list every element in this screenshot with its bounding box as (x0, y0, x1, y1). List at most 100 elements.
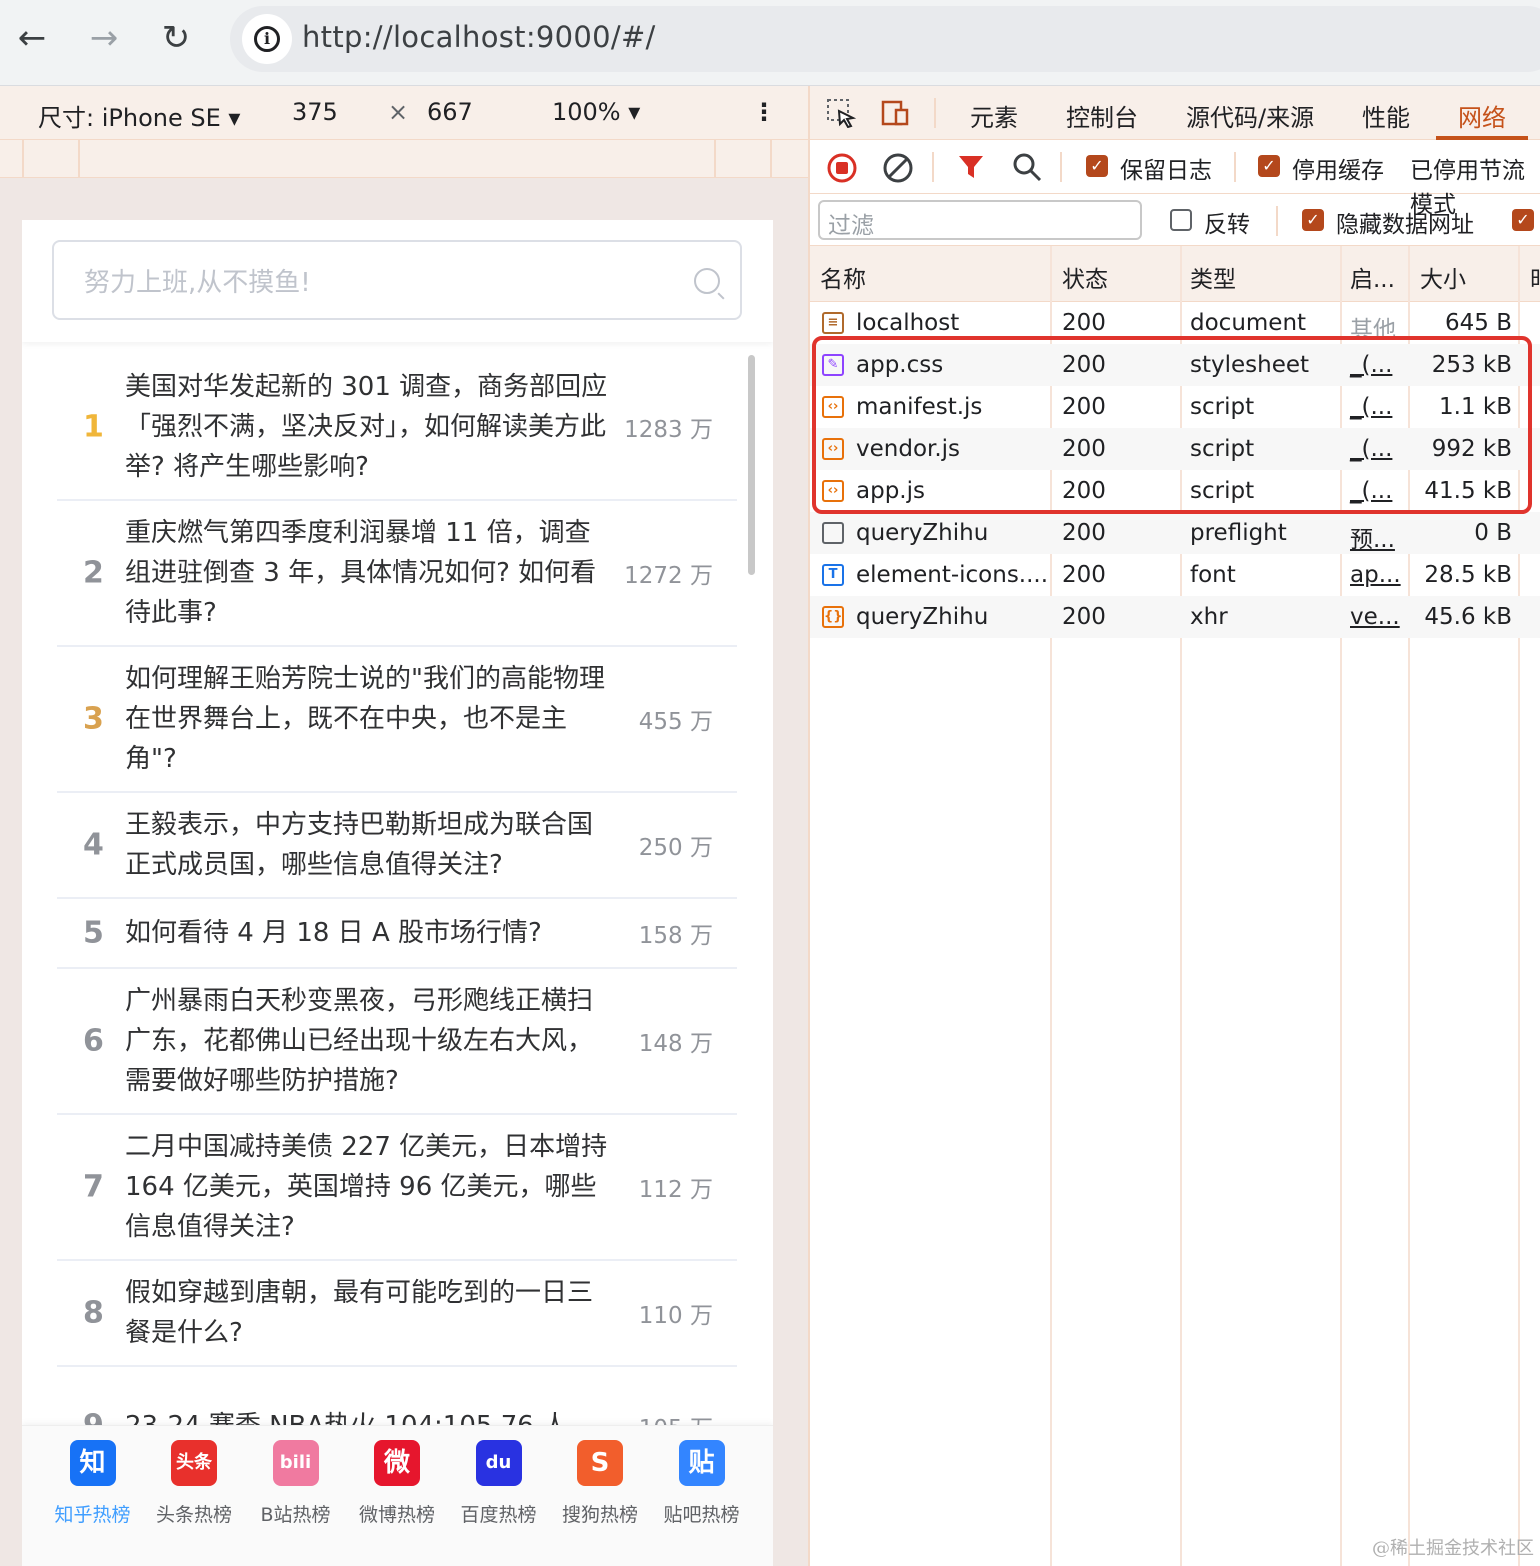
list-item[interactable]: 4 王毅表示，中方支持巴勒斯坦成为联合国正式成员国，哪些信息值得关注? 250 万 (57, 793, 737, 899)
tab-item[interactable]: S 搜狗热榜 (550, 1440, 651, 1550)
reload-icon[interactable]: ↻ (156, 18, 196, 58)
col-name[interactable]: 名称 (820, 260, 866, 294)
tab-label: 搜狗热榜 (561, 1504, 638, 1526)
tab-console[interactable]: 控制台 (1066, 98, 1138, 133)
list-item[interactable]: 2 重庆燃气第四季度利润暴增 11 倍，调查组进驻倒查 3 年，具体情况如何? 如… (57, 501, 737, 647)
request-size: 45.6 kB (1424, 604, 1512, 630)
disable-cache-checkbox[interactable]: ✓ (1258, 155, 1280, 177)
heat-count: 455 万 (638, 709, 713, 735)
network-table-header: 名称 状态 类型 启... 大小 时 (810, 246, 1540, 302)
platform-logo-icon: bili (272, 1440, 319, 1486)
tab-item[interactable]: 贴贴吧热榜 (651, 1440, 752, 1550)
highlight-box (812, 336, 1532, 514)
network-row[interactable]: Telement-icons.... 200 font ap... 28.5 kB (810, 554, 1540, 596)
platform-logo-icon: du (475, 1440, 522, 1486)
request-status: 200 (1062, 520, 1106, 546)
list-item[interactable]: 7 二月中国减持美债 227 亿美元，日本增持 164 亿美元，英国增持 96 亿… (57, 1115, 737, 1261)
rank-number: 4 (83, 827, 104, 863)
request-name[interactable]: localhost (856, 310, 959, 336)
request-initiator[interactable]: ap... (1350, 562, 1401, 588)
address-bar[interactable]: i http://localhost:9000/#/ (230, 6, 1540, 72)
request-size: 645 B (1445, 310, 1512, 336)
device-toolbar: 尺寸: iPhone SE ▾ 375 × 667 100% ▾ ⋮ (0, 86, 808, 140)
site-info-icon[interactable]: i (242, 14, 292, 64)
search-input[interactable]: 努力上班,从不摸鱼! (52, 240, 742, 320)
tab-performance[interactable]: 性能 (1362, 98, 1410, 133)
rank-number: 3 (83, 701, 104, 737)
search-icon[interactable] (1012, 152, 1042, 182)
tab-elements[interactable]: 元素 (970, 98, 1018, 133)
list-item[interactable]: 8 假如穿越到唐朝，最有可能吃到的一日三餐是什么? 110 万 (57, 1261, 737, 1367)
col-initiator[interactable]: 启... (1350, 260, 1395, 294)
list-item[interactable]: 3 如何理解王贻芳院士说的"我们的高能物理在世界舞台上，既不在中央，也不是主角"?… (57, 647, 737, 793)
item-title[interactable]: 美国对华发起新的 301 调查，商务部回应「强烈不满，坚决反对」，如何解读美方此… (125, 367, 615, 487)
browser-toolbar: ← → ↻ i http://localhost:9000/#/ (0, 0, 1540, 86)
filter-icon[interactable] (956, 152, 986, 182)
rank-number: 6 (83, 1023, 104, 1059)
invert-checkbox[interactable] (1170, 209, 1192, 231)
back-icon[interactable]: ← (12, 18, 52, 58)
request-name[interactable]: queryZhihu (856, 520, 988, 546)
col-type[interactable]: 类型 (1190, 260, 1236, 294)
media-query-ruler (0, 140, 808, 178)
request-status: 200 (1062, 310, 1106, 336)
request-name[interactable]: element-icons.... (856, 562, 1048, 588)
tab-sources[interactable]: 源代码/来源 (1186, 98, 1314, 133)
more-options-icon[interactable]: ⋮ (752, 98, 776, 126)
platform-logo-icon: 知 (69, 1440, 116, 1486)
list-item[interactable]: 6 广州暴雨白天秒变黑夜，弓形飑线正横扫广东，花都佛山已经出现十级左右大风，需要做… (57, 969, 737, 1115)
item-title[interactable]: 二月中国减持美债 227 亿美元，日本增持 164 亿美元，英国增持 96 亿美… (125, 1127, 615, 1247)
item-title[interactable]: 王毅表示，中方支持巴勒斯坦成为联合国正式成员国，哪些信息值得关注? (125, 805, 615, 885)
search-icon[interactable] (694, 268, 720, 294)
tab-item[interactable]: 头条 头条热榜 (144, 1440, 245, 1550)
tab-label: 微博热榜 (358, 1504, 435, 1526)
tab-network[interactable]: 网络 (1458, 98, 1506, 133)
list-item[interactable]: 9 23-24 赛季 NBA热火 104:105 76 人， 105 万 (57, 1367, 737, 1431)
item-title[interactable]: 如何理解王贻芳院士说的"我们的高能物理在世界舞台上，既不在中央，也不是主角"? (125, 659, 615, 779)
network-toolbar: ✓ 保留日志 ✓ 停用缓存 已停用节流模式 (810, 140, 1540, 218)
file-type-icon (822, 522, 844, 544)
forward-icon[interactable]: → (84, 18, 124, 58)
request-initiator[interactable]: 预... (1350, 520, 1395, 554)
request-name[interactable]: queryZhihu (856, 604, 988, 630)
viewport-height[interactable]: 667 (427, 98, 473, 126)
tab-item[interactable]: du 百度热榜 (448, 1440, 549, 1550)
network-row[interactable]: queryZhihu 200 preflight 预... 0 B (810, 512, 1540, 554)
request-initiator[interactable]: ve... (1350, 604, 1400, 630)
list-item[interactable]: 5 如何看待 4 月 18 日 A 股市场行情? 158 万 (57, 899, 737, 969)
inspect-element-icon[interactable] (826, 98, 856, 128)
preserve-log-checkbox[interactable]: ✓ (1086, 155, 1108, 177)
hide-data-urls-checkbox[interactable]: ✓ (1302, 209, 1324, 231)
filter-input[interactable]: 过滤 (818, 200, 1142, 240)
clear-icon[interactable] (882, 152, 914, 184)
viewport-width[interactable]: 375 (292, 98, 338, 126)
url-text[interactable]: http://localhost:9000/#/ (302, 20, 656, 54)
more-filter-checkbox[interactable]: ✓ (1512, 209, 1534, 231)
heat-count: 1283 万 (624, 417, 713, 443)
heat-count: 112 万 (638, 1177, 713, 1203)
col-size[interactable]: 大小 (1420, 260, 1466, 294)
request-size: 0 B (1474, 520, 1512, 546)
scrollbar[interactable] (748, 355, 755, 575)
mobile-viewport: 努力上班,从不摸鱼! 1 美国对华发起新的 301 调查，商务部回应「强烈不满，坚… (22, 220, 773, 1566)
device-select[interactable]: 尺寸: iPhone SE ▾ (38, 98, 240, 133)
col-time[interactable]: 时 (1530, 260, 1540, 294)
col-status[interactable]: 状态 (1062, 260, 1108, 294)
item-title[interactable]: 广州暴雨白天秒变黑夜，弓形飑线正横扫广东，花都佛山已经出现十级左右大风，需要做好… (125, 981, 615, 1101)
network-row[interactable]: {} queryZhihu 200 xhr ve... 45.6 kB (810, 596, 1540, 638)
item-title[interactable]: 如何看待 4 月 18 日 A 股市场行情? (125, 913, 615, 953)
device-toggle-icon[interactable] (880, 98, 910, 128)
item-title[interactable]: 假如穿越到唐朝，最有可能吃到的一日三餐是什么? (125, 1273, 615, 1353)
request-status: 200 (1062, 604, 1106, 630)
tab-item[interactable]: bili B站热榜 (245, 1440, 346, 1550)
list-item[interactable]: 1 美国对华发起新的 301 调查，商务部回应「强烈不满，坚决反对」，如何解读美方… (57, 355, 737, 501)
hide-data-urls-label: 隐藏数据网址 (1336, 212, 1474, 238)
request-size: 28.5 kB (1424, 562, 1512, 588)
tab-item[interactable]: 微微博热榜 (347, 1440, 448, 1550)
zoom-select[interactable]: 100% ▾ (552, 98, 640, 126)
tab-item[interactable]: 知知乎热榜 (42, 1440, 143, 1550)
item-title[interactable]: 重庆燃气第四季度利润暴增 11 倍，调查组进驻倒查 3 年，具体情况如何? 如何… (125, 513, 615, 633)
record-stop-icon[interactable] (826, 152, 858, 184)
times-icon: × (388, 98, 409, 126)
invert-label: 反转 (1204, 212, 1250, 238)
